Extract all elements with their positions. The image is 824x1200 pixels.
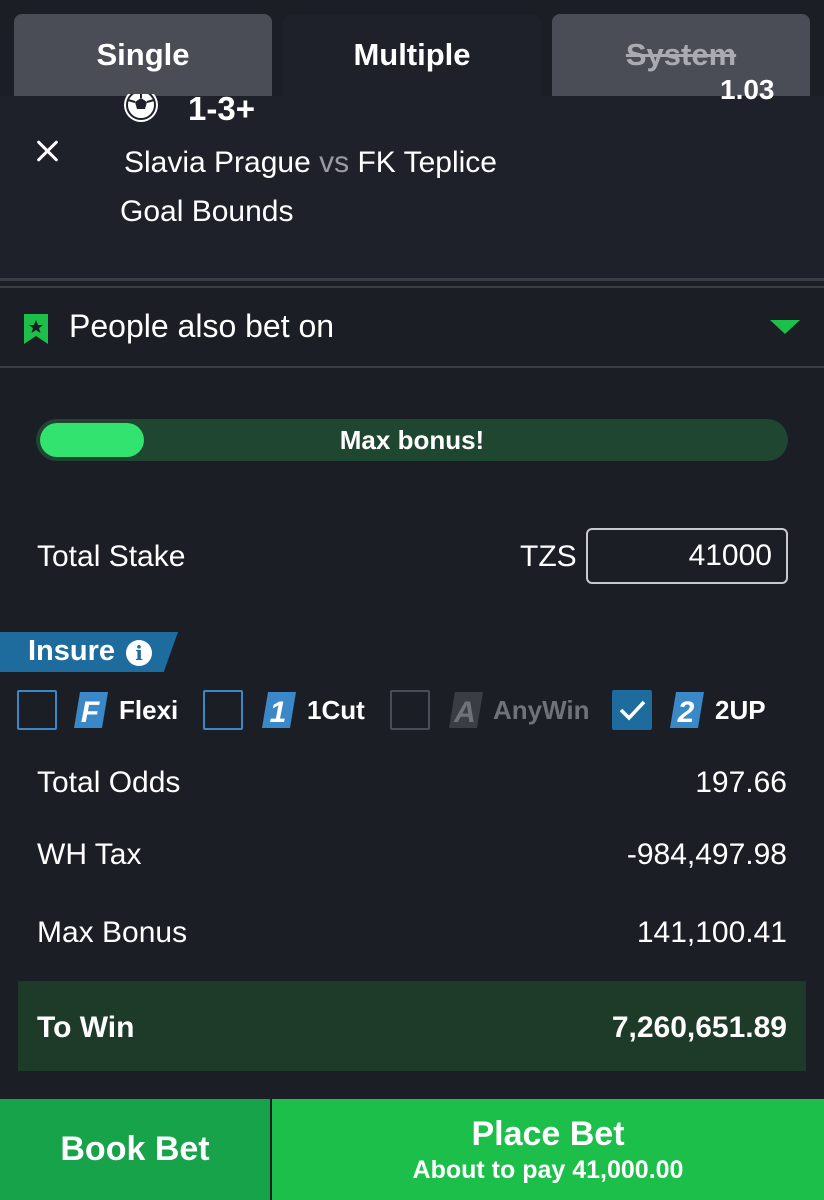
bookmark-star-icon (24, 314, 48, 344)
away-team: FK Teplice (357, 146, 497, 179)
to-win-row: To Win 7,260,651.89 (18, 981, 806, 1071)
place-bet-label: Place Bet (471, 1114, 625, 1153)
wh-tax-value: -984,497.98 (626, 838, 787, 871)
info-icon[interactable]: i (126, 640, 152, 666)
2up-checkbox[interactable] (612, 690, 652, 730)
anywin-icon: A (449, 692, 483, 728)
1cut-label: 1Cut (307, 695, 365, 725)
total-odds-label: Total Odds (37, 766, 181, 799)
2up-label: 2UP (715, 695, 766, 725)
1cut-icon: 1 (262, 692, 296, 728)
total-odds-value: 197.66 (695, 766, 787, 799)
divider (0, 278, 824, 281)
svg-text:2: 2 (677, 696, 695, 728)
selection-odds: 1.03 (720, 74, 775, 105)
checkmark-icon (619, 700, 646, 721)
people-also-bet-label: People also bet on (69, 308, 335, 344)
svg-text:F: F (81, 696, 100, 728)
1cut-checkbox[interactable] (203, 690, 243, 730)
anywin-checkbox[interactable] (390, 690, 430, 730)
people-also-bet-toggle[interactable]: People also bet on (0, 288, 824, 366)
divider (0, 366, 824, 368)
currency-label: TZS (520, 540, 577, 573)
tab-multiple[interactable]: Multiple (283, 14, 541, 96)
to-win-label: To Win (37, 1011, 135, 1044)
flexi-checkbox[interactable] (17, 690, 57, 730)
market-label: Goal Bounds (120, 195, 294, 228)
bet-selection: 1.03 1-3+ Slavia Prague vs FK Teplice Go… (0, 74, 824, 278)
insure-label: Insure (28, 635, 116, 667)
max-bonus-value: 141,100.41 (636, 916, 787, 949)
anywin-label: AnyWin (493, 695, 590, 725)
chevron-down-icon (770, 320, 800, 334)
svg-text:A: A (453, 696, 476, 728)
svg-text:1: 1 (270, 696, 287, 728)
stake-input[interactable] (586, 528, 788, 584)
home-team: Slavia Prague (124, 146, 311, 179)
pick-label: 1-3+ (188, 90, 255, 127)
place-bet-button[interactable]: Place Bet About to pay 41,000.00 (272, 1099, 824, 1200)
to-win-value: 7,260,651.89 (611, 1011, 787, 1044)
insure-badge: Insure i (0, 632, 178, 672)
flexi-icon: F (74, 692, 108, 728)
tab-single[interactable]: Single (14, 14, 272, 96)
2up-icon: 2 (670, 692, 704, 728)
wh-tax-label: WH Tax (37, 838, 142, 871)
flexi-label: Flexi (119, 695, 179, 725)
football-icon (122, 94, 160, 124)
book-bet-button[interactable]: Book Bet (0, 1099, 270, 1200)
bonus-progress-label: Max bonus! (339, 424, 485, 455)
remove-selection-button[interactable] (30, 133, 66, 169)
total-stake-label: Total Stake (37, 540, 186, 573)
vs-separator: vs (319, 146, 350, 179)
bet-type-tabs: Single Multiple System (0, 0, 824, 96)
max-bonus-label: Max Bonus (37, 916, 188, 949)
place-bet-amount: About to pay 41,000.00 (412, 1155, 684, 1184)
bonus-progress-bar: Max bonus! (36, 419, 788, 461)
match-name: Slavia Prague vs FK Teplice (124, 146, 497, 180)
